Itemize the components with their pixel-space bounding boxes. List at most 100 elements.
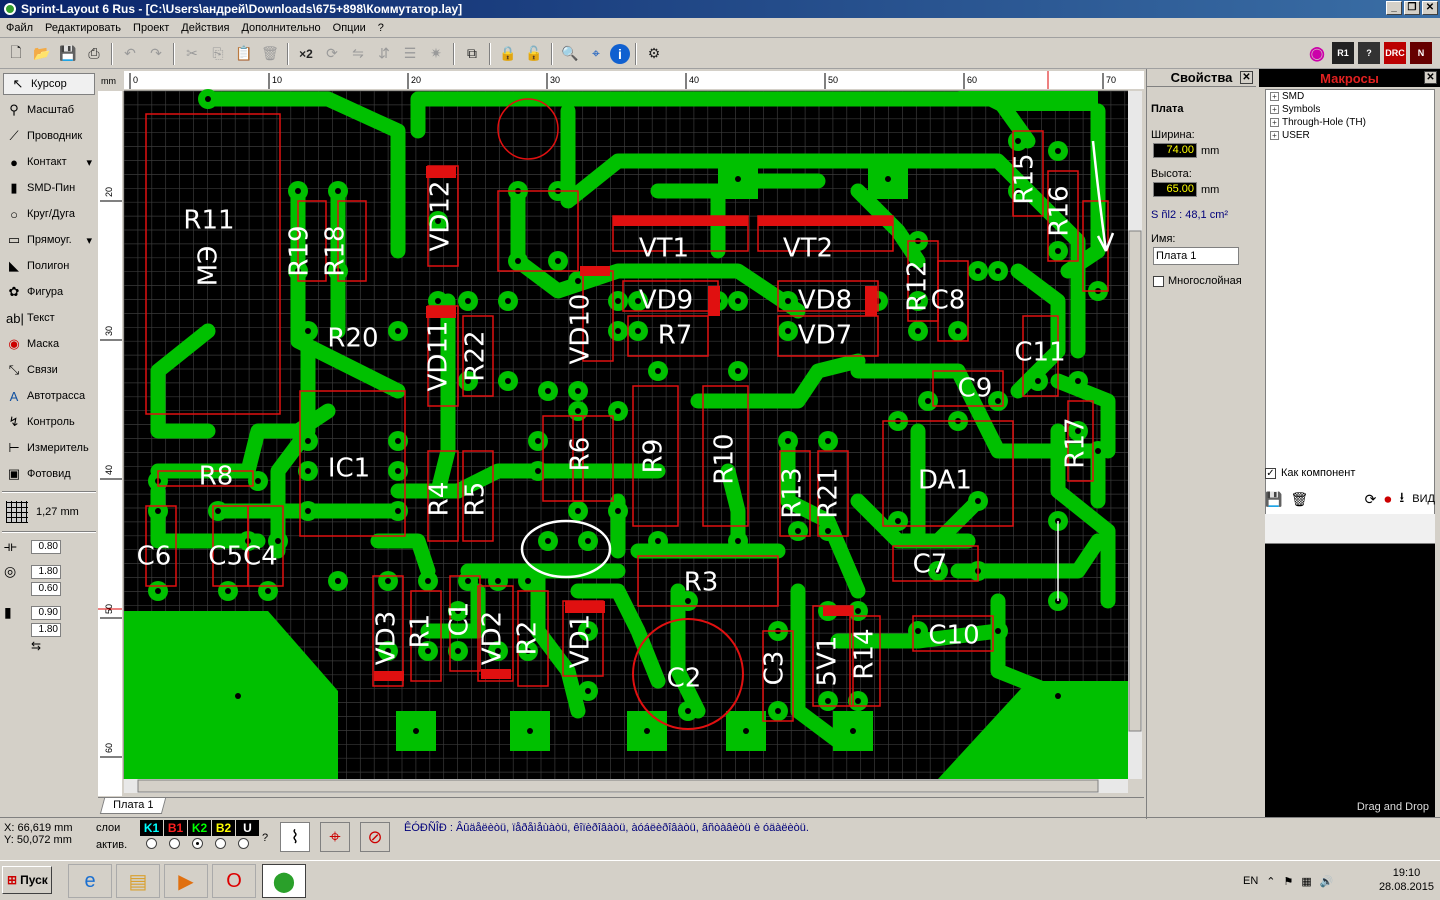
layer-button-2[interactable]: K2 [188,820,211,836]
no-connection-icon[interactable]: ⊘ [360,822,390,852]
help-question[interactable]: ? [262,832,268,844]
tree-node[interactable]: + Through-Hole (TH) [1266,116,1434,129]
crosshair-icon[interactable]: ⌖ [320,822,350,852]
language-indicator[interactable]: EN [1243,875,1258,887]
trace-mode-icon[interactable]: ⌇ [280,822,310,852]
height-input[interactable]: 65.00 [1153,182,1197,197]
lock-icon[interactable]: 🔒 [496,42,520,66]
tool-measure[interactable]: ⊢ Измеритель [0,435,98,461]
r1-icon[interactable]: R1 [1332,42,1354,64]
redo-icon[interactable]: ↷ [144,42,168,66]
opera-icon[interactable]: O [212,864,256,898]
paste-icon[interactable]: 📋 [232,42,256,66]
as-component-checkbox[interactable]: ✓ [1265,467,1276,479]
chevron-down-icon[interactable]: ▾ [86,156,92,169]
smd-width-input[interactable]: 0.90 [31,605,61,620]
grid-selector[interactable]: 1,27 mm [0,497,98,527]
mirror-v-icon[interactable]: ⇵ [372,42,396,66]
explode-icon[interactable]: ✷ [424,42,448,66]
align-icon[interactable]: ☰ [398,42,422,66]
tree-node[interactable]: + USER [1266,129,1434,142]
refresh-icon[interactable]: ⟳ [1365,491,1377,508]
menu-item-5[interactable]: Опции [327,22,372,34]
delete-icon[interactable]: 🗑 [258,42,282,66]
track-width-input[interactable]: 0.80 [31,539,61,554]
multilayer-checkbox-row[interactable]: Многослойная [1153,275,1250,287]
settings-gear-icon[interactable]: ⚙ [642,42,666,66]
tool-photoview[interactable]: ▣ Фотовид [0,461,98,487]
macro-circle-icon[interactable]: ◉ [1306,42,1328,64]
multilayer-checkbox[interactable] [1153,275,1164,287]
tray-arrow-icon[interactable]: ⌃ [1266,875,1275,888]
info-icon[interactable]: i [610,43,630,64]
smd-height-input[interactable]: 1.80 [31,623,61,637]
tool-cursor[interactable]: ↖ Курсор [3,73,95,95]
zoom-icon[interactable]: 🔍 [558,42,582,66]
volume-icon[interactable]: 🔊 [1320,875,1334,888]
rotate-icon[interactable]: ⟳ [320,42,344,66]
chevron-down-icon[interactable]: ▾ [86,234,92,247]
tool-mask[interactable]: ◉ Маска [0,331,98,357]
expand-icon[interactable]: + [1270,105,1279,114]
close-button[interactable]: ✕ [1422,1,1438,15]
menu-item-3[interactable]: Действия [175,22,235,34]
layer-button-3[interactable]: B2 [212,820,235,836]
layer-radio-1[interactable] [169,838,180,849]
duplicate-button[interactable]: ×2 [294,42,318,66]
tool-shape[interactable]: ✿ Фигура [0,279,98,305]
file-explorer-icon[interactable]: ▤ [116,864,160,898]
undo-icon[interactable]: ↶ [118,42,142,66]
layer-radio-2[interactable] [192,838,203,849]
menu-item-2[interactable]: Проект [127,22,175,34]
name-input[interactable]: Плата 1 [1153,247,1239,265]
menu-item-4[interactable]: Дополнительно [235,22,326,34]
record-icon[interactable]: ⏺ [1384,491,1391,508]
tab-board-1[interactable]: Плата 1 [99,798,167,814]
width-input[interactable]: 74.00 [1153,143,1197,158]
view-button[interactable]: ВИД [1412,493,1435,505]
layer-radio-0[interactable] [146,838,157,849]
save-icon[interactable]: 💾 [56,42,80,66]
layer-radio-3[interactable] [215,838,226,849]
tree-node[interactable]: + SMD [1266,90,1434,103]
restore-button[interactable]: ❐ [1404,1,1420,15]
sprint-layout-taskbar-icon[interactable]: ⬤ [262,864,306,898]
tool-smd-pad[interactable]: ▮ SMD-Пин [0,175,98,201]
close-icon[interactable]: ✕ [1424,71,1437,84]
layer-button-0[interactable]: K1 [140,820,163,836]
tool-zoom[interactable]: ⚲ Масштаб [0,97,98,123]
tool-circle-arc[interactable]: ○ Круг/Дуга [0,201,98,227]
open-folder-icon[interactable]: 📂 [30,42,54,66]
copy-icon[interactable]: ⎘ [206,42,230,66]
help-check-icon[interactable]: ? [1358,42,1380,64]
tree-node[interactable]: + Symbols [1266,103,1434,116]
new-file-icon[interactable]: 🗋 [4,42,28,66]
pad-inner-input[interactable]: 0.60 [31,582,61,596]
expand-icon[interactable]: + [1270,92,1279,101]
tool-autoroute[interactable]: A Автотрасса [0,383,98,409]
expand-icon[interactable]: + [1270,118,1279,127]
origin-icon[interactable]: ⌖ [584,42,608,66]
layer-button-4[interactable]: U [236,820,259,836]
tool-connections[interactable]: ⤡ Связи [0,357,98,383]
tool-pad[interactable]: ● Контакт ▾ [0,149,98,175]
tool-polygon[interactable]: ◣ Полигон [0,253,98,279]
menu-item-0[interactable]: Файл [0,22,39,34]
close-icon[interactable]: ✕ [1240,71,1253,84]
minimize-button[interactable]: _ [1386,1,1402,15]
save-icon[interactable]: 💾 [1265,491,1282,508]
tool-drc-check[interactable]: ↯ Контроль [0,409,98,435]
netlist-icon[interactable]: N [1410,42,1432,64]
menu-item-1[interactable]: Редактировать [39,22,127,34]
as-component-row[interactable]: ✓ Как компонент [1265,467,1355,479]
tool-track[interactable]: ⟋ Проводник [0,123,98,149]
internet-explorer-icon[interactable]: e [68,864,112,898]
layer-radio-4[interactable] [238,838,249,849]
media-player-icon[interactable]: ▶ [164,864,208,898]
expand-icon[interactable]: + [1270,131,1279,140]
start-button[interactable]: ⊞ Пуск [2,866,52,894]
drc-icon[interactable]: DRC [1384,42,1406,64]
print-icon[interactable]: ⎙ [82,42,106,66]
layer-stack-icon[interactable]: ⧉ [460,42,484,66]
unlock-icon[interactable]: 🔓 [522,42,546,66]
